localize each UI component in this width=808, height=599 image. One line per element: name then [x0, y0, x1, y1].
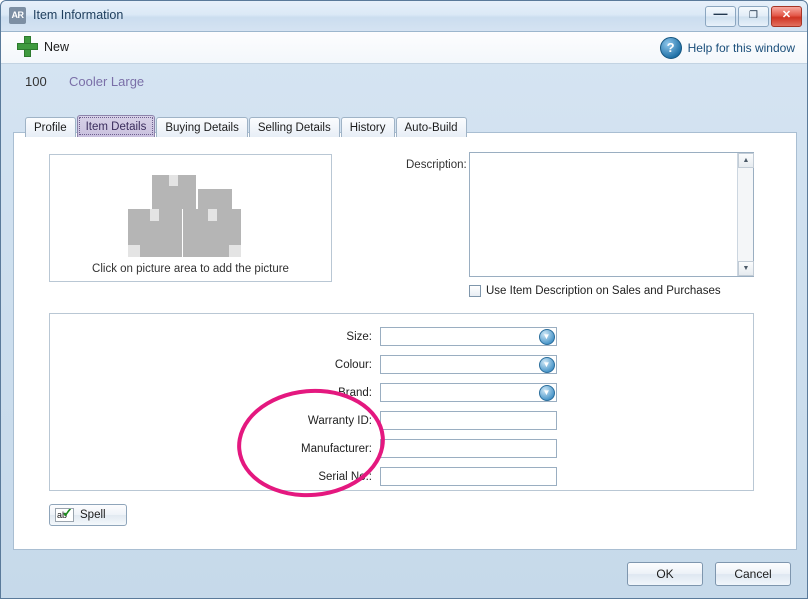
window-controls: — ❐ ✕ — [705, 6, 802, 27]
scroll-down-icon[interactable]: ▼ — [738, 261, 754, 276]
tab-item-details[interactable]: Item Details — [76, 115, 156, 137]
tab-buying-details-label: Buying Details — [165, 122, 239, 134]
title-bar: AR Item Information — ❐ ✕ — [1, 1, 807, 32]
item-name: Cooler Large — [69, 74, 145, 89]
serial-no-input[interactable] — [380, 467, 557, 486]
toolbar: New ? Help for this window — [1, 32, 807, 64]
use-item-description-checkbox[interactable] — [469, 285, 481, 297]
field-row-manufacturer: Manufacturer: — [50, 439, 753, 461]
ok-button[interactable]: OK — [627, 562, 703, 586]
manufacturer-input[interactable] — [380, 439, 557, 458]
tab-selling-details-label: Selling Details — [257, 122, 331, 134]
boxes-placeholder-icon — [120, 175, 260, 257]
minimize-button[interactable]: — — [705, 6, 736, 27]
help-icon: ? — [659, 37, 682, 59]
warranty-id-input[interactable] — [380, 411, 557, 430]
use-item-description-label: Use Item Description on Sales and Purcha… — [486, 285, 721, 297]
chevron-down-icon: ▼ — [538, 385, 555, 401]
use-item-description-checkbox-row[interactable]: Use Item Description on Sales and Purcha… — [469, 285, 721, 297]
field-row-warranty-id: Warranty ID: — [50, 411, 753, 433]
description-label: Description: — [406, 159, 467, 171]
tab-history[interactable]: History — [340, 117, 395, 137]
tab-auto-build[interactable]: Auto-Build — [395, 117, 467, 137]
spellcheck-icon: ab ✓ — [55, 508, 74, 522]
plus-icon — [17, 36, 38, 57]
tab-strip: Profile Item Details Buying Details Sell… — [25, 115, 467, 137]
serial-no-label: Serial No.: — [318, 471, 372, 483]
check-mark-icon: ✓ — [62, 508, 73, 520]
colour-dropdown-button[interactable]: ▼ — [538, 357, 555, 373]
picture-area-caption: Click on picture area to add the picture — [92, 263, 289, 275]
cancel-button[interactable]: Cancel — [715, 562, 791, 586]
window-title: Item Information — [33, 8, 124, 22]
record-header: 100 Cooler Large — [1, 64, 807, 102]
manufacturer-label: Manufacturer: — [301, 443, 372, 455]
maximize-icon: ❐ — [749, 10, 758, 21]
tab-buying-details[interactable]: Buying Details — [156, 117, 248, 137]
attributes-group: Size: ▼ Colour: ▼ Brand: ▼ Warranty ID: … — [49, 313, 754, 491]
field-row-colour: Colour: ▼ — [50, 355, 753, 377]
tab-profile[interactable]: Profile — [25, 117, 76, 137]
new-button-label: New — [44, 39, 70, 54]
field-row-serial-no: Serial No.: — [50, 467, 753, 489]
size-input[interactable]: ▼ — [380, 327, 557, 346]
warranty-id-label: Warranty ID: — [307, 415, 372, 427]
tab-auto-build-label: Auto-Build — [404, 122, 458, 134]
tab-selling-details[interactable]: Selling Details — [248, 117, 340, 137]
field-row-brand: Brand: ▼ — [50, 383, 753, 405]
app-icon: AR — [9, 7, 26, 24]
item-details-panel: Click on picture area to add the picture… — [13, 132, 797, 550]
spell-button[interactable]: ab ✓ Spell — [49, 504, 127, 526]
colour-label: Colour: — [334, 359, 372, 371]
close-button[interactable]: ✕ — [771, 6, 802, 27]
item-information-window: AR Item Information — ❐ ✕ New ? Help for… — [0, 0, 808, 599]
minimize-icon: — — [713, 5, 728, 21]
spell-button-label: Spell — [80, 509, 106, 521]
description-scrollbar[interactable]: ▲ ▼ — [737, 153, 754, 276]
chevron-down-icon: ▼ — [538, 329, 555, 345]
item-number: 100 — [25, 74, 47, 89]
help-link[interactable]: ? Help for this window — [659, 37, 795, 59]
size-label: Size: — [346, 331, 372, 343]
colour-input[interactable]: ▼ — [380, 355, 557, 374]
brand-label: Brand: — [338, 387, 372, 399]
size-dropdown-button[interactable]: ▼ — [538, 329, 555, 345]
chevron-down-icon: ▼ — [538, 357, 555, 373]
tab-item-details-label: Item Details — [85, 121, 147, 133]
field-row-size: Size: ▼ — [50, 327, 753, 349]
help-link-label: Help for this window — [687, 41, 795, 55]
new-button[interactable]: New — [17, 36, 69, 57]
tab-history-label: History — [349, 122, 386, 134]
close-icon: ✕ — [781, 9, 792, 21]
dialog-footer: OK Cancel — [1, 550, 807, 598]
description-input[interactable]: ▲ ▼ — [469, 152, 754, 277]
brand-input[interactable]: ▼ — [380, 383, 557, 402]
brand-dropdown-button[interactable]: ▼ — [538, 385, 555, 401]
scroll-up-icon[interactable]: ▲ — [738, 153, 754, 168]
picture-area[interactable]: Click on picture area to add the picture — [49, 154, 332, 282]
tab-profile-label: Profile — [34, 122, 67, 134]
maximize-button[interactable]: ❐ — [738, 6, 769, 27]
